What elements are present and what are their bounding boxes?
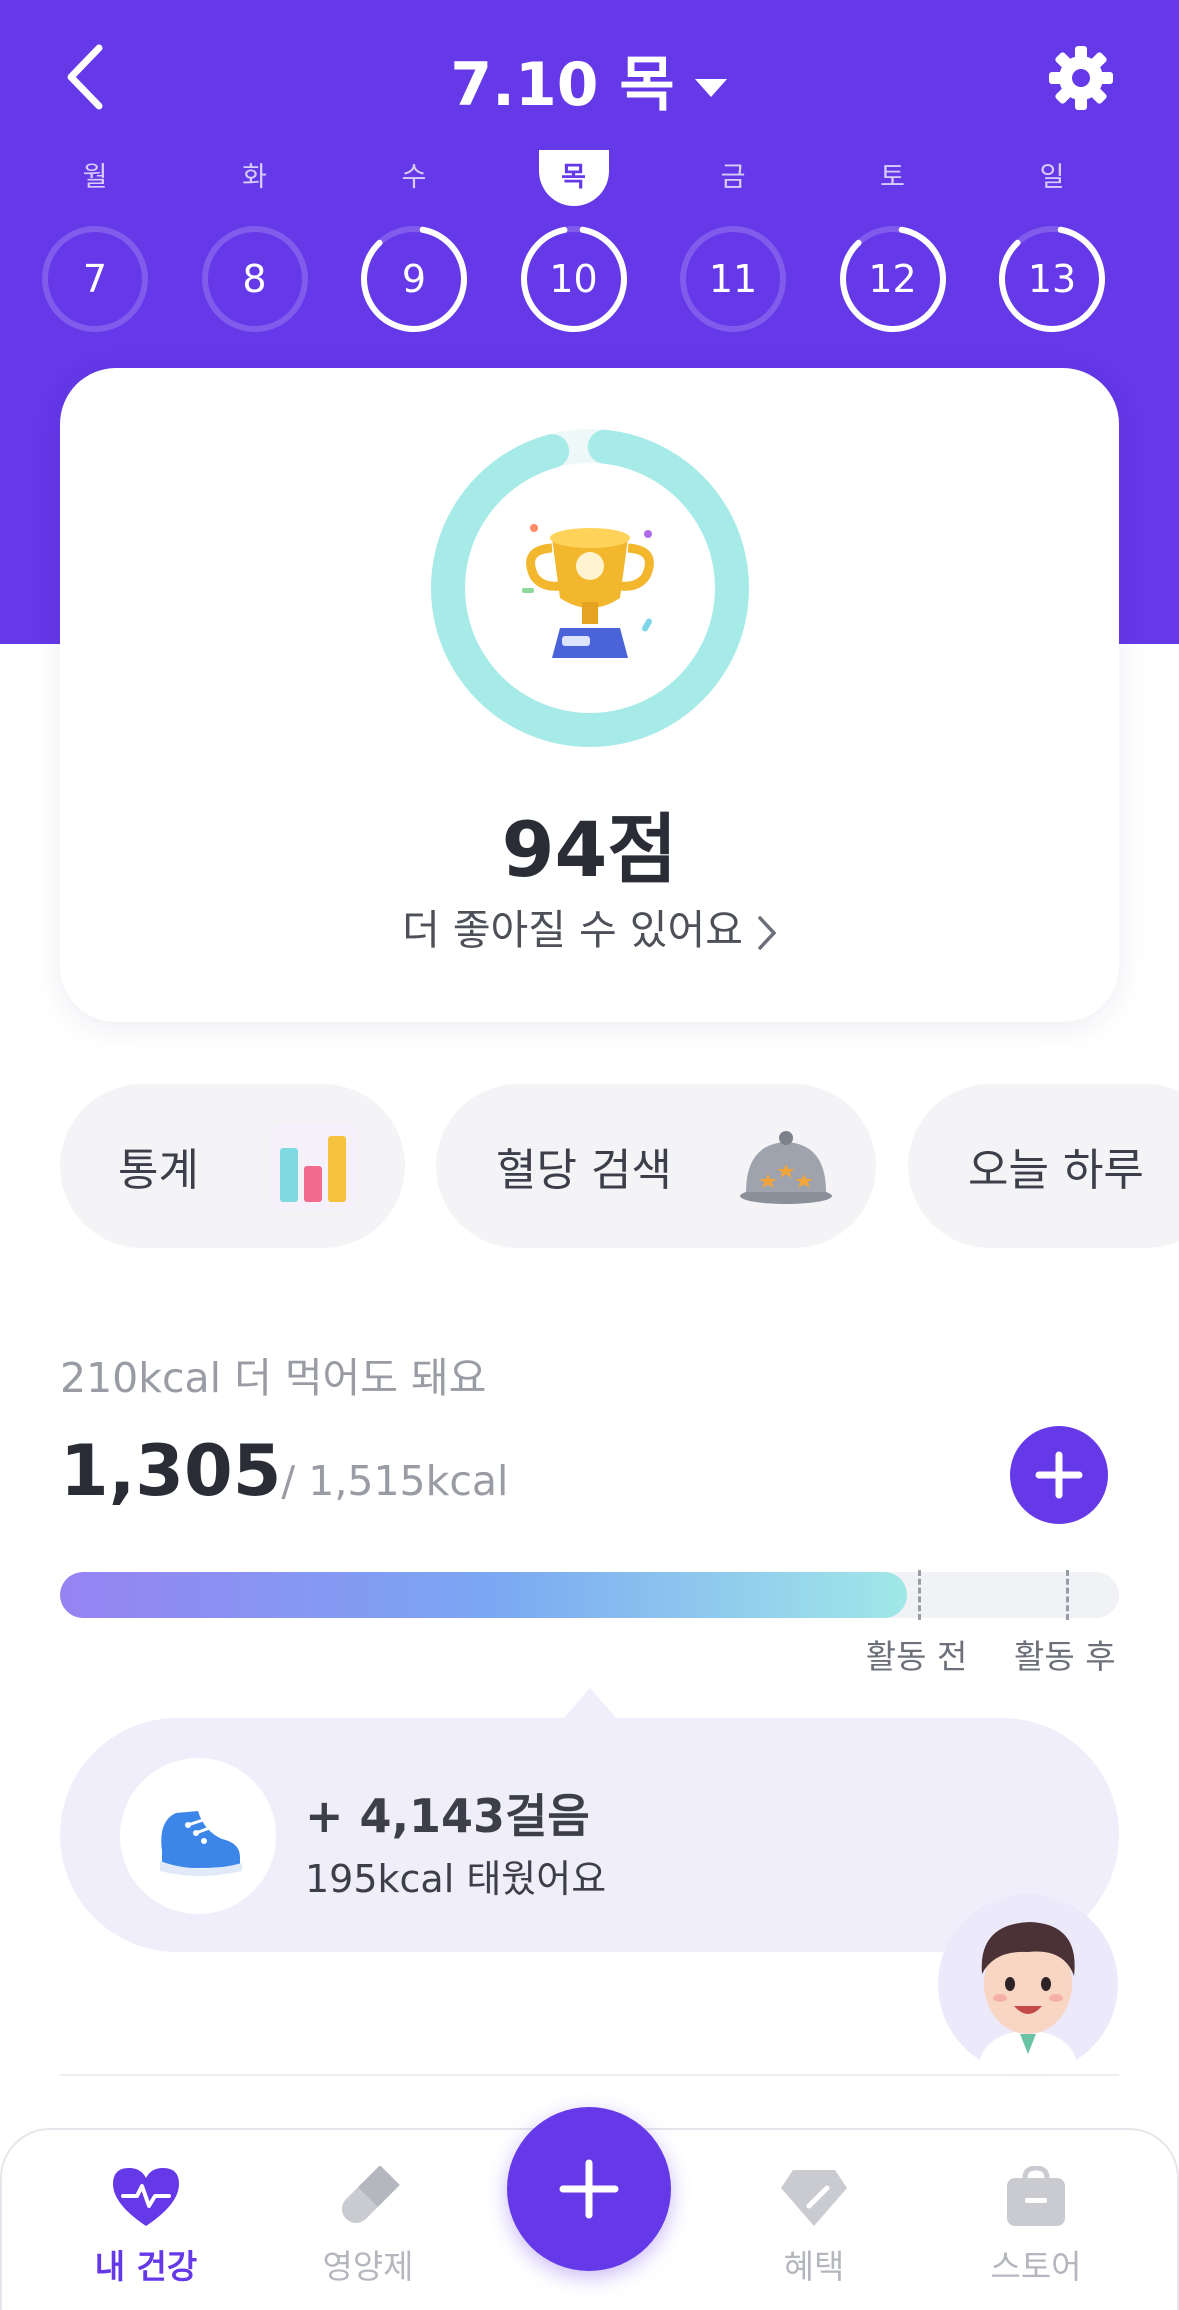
pill-icon <box>341 2166 400 2224</box>
score-message[interactable]: 더 좋아질 수 있어요 <box>60 896 1119 956</box>
nav-store-label: 스토어 <box>990 2247 1082 2286</box>
nav-supplements[interactable]: 영양제 <box>268 2166 468 2306</box>
day-number: 11 <box>708 257 758 301</box>
day-11[interactable]: 금 11 <box>678 150 788 340</box>
week-strip: 월 7 화 8 수 9 목 10 금 11 토 12 일 13 <box>40 150 1139 340</box>
nav-store[interactable]: 스토어 <box>936 2166 1136 2306</box>
chip-glucose-search[interactable]: 혈당 검색 <box>436 1084 876 1248</box>
doctor-assistant-button[interactable] <box>938 1894 1118 2074</box>
heart-pulse-icon <box>113 2168 179 2226</box>
day-of-week-label: 화 <box>242 162 267 193</box>
calorie-progress-bar <box>60 1572 1119 1618</box>
day-10[interactable]: 목 10 <box>519 150 629 340</box>
day-13[interactable]: 일 13 <box>997 150 1107 340</box>
section-divider <box>60 2074 1119 2076</box>
steps-card-pointer <box>562 1688 618 1720</box>
day-of-week-label: 토 <box>880 162 905 193</box>
sneaker-icon <box>160 1811 242 1876</box>
steps-burned-kcal: 195kcal 태웠어요 <box>305 1857 607 1901</box>
day-number: 12 <box>868 257 917 301</box>
day-number: 10 <box>549 257 598 301</box>
shoe-avatar <box>120 1758 276 1914</box>
caret-down-icon <box>694 79 727 98</box>
doctor-avatar-icon <box>978 1922 1078 2074</box>
shortcut-chips: 통계 혈당 검색 오늘 하루 <box>60 1084 1179 1248</box>
day-of-week-label: 일 <box>1039 162 1065 193</box>
score-value: 94점 <box>501 805 678 894</box>
shopping-bag-icon <box>1007 2166 1065 2226</box>
chip-today-label: 오늘 하루 <box>968 1145 1144 1196</box>
daily-score-card[interactable]: 94점 더 좋아질 수 있어요 <box>60 368 1119 1022</box>
nav-my-health[interactable]: 내 건강 <box>46 2166 246 2306</box>
health-home-screen: 7.10 목 월 7 화 8 수 9 목 10 금 11 토 12 일 13 9… <box>0 0 1179 2310</box>
add-record-fab[interactable] <box>507 2107 671 2271</box>
nav-benefits-label: 혜택 <box>783 2247 845 2286</box>
day-12[interactable]: 토 12 <box>838 150 948 340</box>
steps-card[interactable]: + 4,143걸음 195kcal 태웠어요 <box>60 1718 1119 1952</box>
day-number: 8 <box>242 257 267 301</box>
day-number: 9 <box>401 257 427 301</box>
chip-glucose-search-label: 혈당 검색 <box>496 1145 672 1196</box>
chip-statistics[interactable]: 통계 <box>60 1084 405 1248</box>
cloche-icon <box>740 1131 832 1204</box>
calories-consumed: 1,305 <box>60 1430 282 1512</box>
bar-chart-icon <box>270 1122 358 1210</box>
day-number: 13 <box>1027 257 1077 301</box>
settings-button[interactable] <box>1043 40 1119 116</box>
day-7[interactable]: 월7 <box>40 150 150 340</box>
day-8[interactable]: 화8 <box>200 150 310 340</box>
day-number: 7 <box>82 257 108 301</box>
calories-target: / 1,515kcal <box>281 1457 509 1505</box>
chip-statistics-label: 통계 <box>118 1145 199 1196</box>
trophy-icon <box>522 524 654 658</box>
steps-count: + 4,143걸음 <box>305 1789 590 1843</box>
plus-icon <box>1035 1451 1083 1499</box>
date-label: 7.10 목 <box>450 50 675 120</box>
marker-before-activity-label: 활동 전 <box>865 1637 968 1676</box>
nav-supplements-label: 영양제 <box>322 2247 414 2286</box>
gear-icon <box>1049 46 1113 110</box>
add-meal-button[interactable] <box>1010 1426 1108 1524</box>
day-of-week-label: 수 <box>401 162 427 193</box>
plus-icon <box>559 2159 619 2219</box>
day-of-week-label: 월 <box>82 162 108 193</box>
top-bar: 7.10 목 <box>0 0 1179 150</box>
nav-benefits[interactable]: 혜택 <box>714 2166 914 2306</box>
marker-after-activity-label: 활동 후 <box>1014 1637 1116 1676</box>
tag-icon <box>781 2170 847 2226</box>
day-9[interactable]: 수9 <box>359 150 469 340</box>
calories-summary: 1,305/ 1,515kcal <box>60 1430 508 1512</box>
day-of-week-label: 목 <box>561 162 586 193</box>
nav-my-health-label: 내 건강 <box>94 2247 198 2286</box>
score-message-text: 더 좋아질 수 있어요 <box>402 906 743 954</box>
chevron-right-icon <box>758 916 777 950</box>
calorie-progress-fill <box>60 1572 908 1618</box>
day-of-week-label: 금 <box>720 162 746 193</box>
chip-today[interactable]: 오늘 하루 <box>908 1084 1179 1248</box>
date-selector[interactable]: 7.10 목 <box>0 36 1179 123</box>
calories-remaining-note: 210kcal 더 먹어도 돼요 <box>60 1354 487 1402</box>
marker-after-activity <box>1066 1570 1070 1620</box>
marker-before-activity <box>917 1570 921 1620</box>
